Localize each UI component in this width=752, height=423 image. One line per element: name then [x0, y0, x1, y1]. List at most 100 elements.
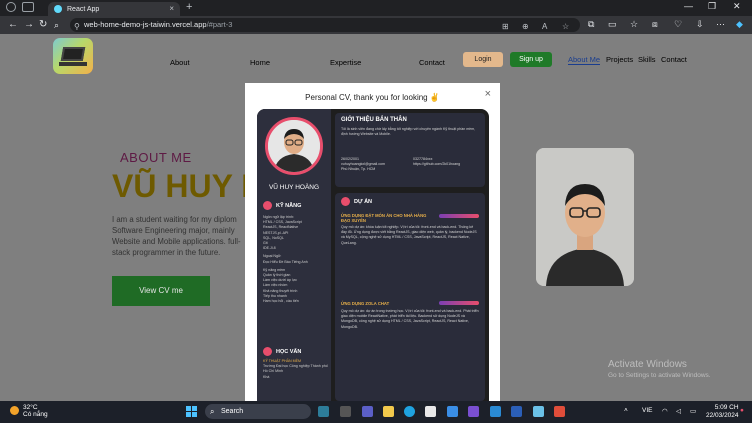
education-icon — [263, 347, 272, 356]
cv-project-1-title: ỨNG DỤNG ĐẶT MÓN ĂN CHO NHÀ HÀNG ĐẠO XUY… — [341, 213, 427, 223]
collections-icon[interactable]: ⧈ — [652, 19, 658, 30]
more-menu-icon[interactable]: ⋯ — [716, 19, 725, 30]
widgets-app-icon[interactable] — [318, 406, 329, 417]
windows-start-icon[interactable] — [186, 406, 197, 417]
clock-time: 5:09 CH — [714, 404, 739, 411]
word-app-icon[interactable] — [511, 406, 522, 417]
battery-icon[interactable]: ▭ — [690, 407, 696, 415]
tab-close-icon[interactable]: × — [169, 4, 174, 13]
skills-icon — [263, 201, 272, 210]
hero-name: VŨ HUY H — [112, 168, 265, 204]
cv-name: VŨ HUY HOÀNG — [268, 184, 320, 191]
visual-studio-icon[interactable] — [468, 406, 479, 417]
sun-icon — [10, 406, 19, 415]
profile-icon[interactable] — [6, 2, 16, 12]
new-tab-button[interactable]: + — [186, 1, 192, 13]
back-icon[interactable]: ← — [8, 19, 18, 31]
cv-project-2-title: ỨNG DỤNG ZOLA CHAT — [341, 301, 390, 306]
right-nav-skills[interactable]: Skills — [638, 55, 656, 64]
volume-icon[interactable]: ◁ — [676, 407, 681, 415]
cv-project-1-text: Quy mô dự án: khóa luận tốt nghiệp. Vị t… — [341, 225, 477, 245]
nav-about[interactable]: About — [170, 58, 190, 67]
teams-app-icon[interactable] — [362, 406, 373, 417]
cv-left-column: VŨ HUY HOÀNG KỸ NĂNG Ngôn ngữ lập trình:… — [257, 109, 331, 401]
modal-title: Personal CV, thank you for looking ✌ — [305, 93, 440, 102]
project-2-date-badge — [439, 301, 479, 305]
favorites-icon[interactable]: ☆ — [630, 19, 638, 30]
forward-icon[interactable]: → — [24, 19, 34, 31]
cv-skills-list: Ngôn ngữ lập trình: HTML / CSS, JavaScri… — [263, 215, 308, 304]
address-bar[interactable]: ⚲ web-home-demo-js-taiwin.vercel.app/#pa… — [70, 18, 580, 32]
url-path: /#part-3 — [206, 20, 233, 29]
file-explorer-icon[interactable] — [383, 406, 394, 417]
notepad-icon[interactable] — [533, 406, 544, 417]
notification-bell-icon[interactable]: ● — [740, 407, 744, 414]
cv-projects-box: DỰ ÁN ỨNG DỤNG ĐẶT MÓN ĂN CHO NHÀ HÀNG Đ… — [335, 193, 485, 401]
split-screen-icon[interactable]: ▭ — [608, 19, 617, 30]
edge-browser-icon[interactable] — [404, 406, 415, 417]
weather-desc: Có nắng — [23, 411, 48, 418]
store-app-icon[interactable] — [425, 406, 436, 417]
site-info-icon[interactable]: ⚲ — [74, 20, 80, 34]
close-window-button[interactable]: ✕ — [733, 1, 741, 12]
extensions-icon[interactable]: ⧉ — [588, 19, 594, 30]
signup-button[interactable]: Sign up — [510, 52, 552, 67]
cv-contact-right: 0327784xxx https://github.com/2k01hoang — [413, 157, 461, 167]
input-language[interactable]: VIE — [642, 407, 652, 414]
tab-actions-icon[interactable] — [22, 2, 34, 12]
app-grid-icon[interactable] — [554, 406, 565, 417]
cv-projects-heading: DỰ ÁN — [341, 197, 372, 206]
laptop-icon — [60, 47, 86, 61]
search-icon[interactable]: ⌕ — [54, 19, 59, 31]
browser-tab[interactable]: React App × — [48, 2, 180, 16]
cv-skills-heading: KỸ NĂNG — [263, 201, 301, 210]
downloads-icon[interactable]: ⇩ — [696, 19, 704, 30]
watermark-subtitle: Go to Settings to activate Windows. — [608, 372, 711, 379]
tab-title: React App — [67, 5, 100, 13]
install-app-icon[interactable]: ⊞ — [502, 20, 509, 34]
search-icon: ⌕ — [210, 407, 215, 416]
weather-temp: 32°C — [23, 404, 38, 411]
copilot-icon[interactable]: ◆ — [736, 19, 743, 30]
tray-chevron-icon[interactable]: ˄ — [624, 407, 628, 414]
maximize-button[interactable]: ❐ — [708, 1, 716, 12]
browser-tabbar: React App × + — ❐ ✕ — [0, 0, 752, 16]
wifi-icon[interactable]: ◠ — [662, 407, 668, 415]
copilot-heart-icon[interactable]: ♡ — [674, 19, 682, 30]
cv-modal: Personal CV, thank you for looking ✌ × V… — [245, 83, 500, 401]
vscode-icon[interactable] — [490, 406, 501, 417]
cv-education-heading: HỌC VẤN — [263, 347, 301, 356]
projects-icon — [341, 197, 350, 206]
task-view-icon[interactable] — [340, 406, 351, 417]
windows-taskbar: 32°C Có nắng ⌕ Search ˄ VIE ◠ ◁ ▭ 5:09 CH… — [0, 401, 752, 423]
taskbar-search[interactable]: ⌕ Search — [205, 404, 311, 419]
browser-toolbar: ← → ↻ ⌕ ⚲ web-home-demo-js-taiwin.vercel… — [0, 16, 752, 34]
taskbar-clock[interactable]: 5:09 CH 22/03/2024 — [706, 404, 739, 420]
right-nav-contact[interactable]: Contact — [661, 55, 687, 64]
minimize-button[interactable]: — — [684, 1, 693, 11]
todo-app-icon[interactable] — [447, 406, 458, 417]
nav-contact[interactable]: Contact — [419, 58, 445, 67]
site-logo[interactable] — [53, 38, 93, 74]
nav-expertise[interactable]: Expertise — [330, 58, 361, 67]
read-aloud-icon[interactable]: A — [542, 20, 547, 34]
about-heading: ABOUT ME — [120, 150, 192, 165]
hero-intro: I am a student waiting for my diplom Sof… — [112, 215, 241, 257]
activate-windows-watermark: Activate Windows Go to Settings to activ… — [608, 359, 711, 379]
nav-home[interactable]: Home — [250, 58, 270, 67]
cv-education: KỸ THUẬT PHẦN MỀM Trường Đại học Công ng… — [263, 359, 328, 379]
cv-document: VŨ HUY HOÀNG KỸ NĂNG Ngôn ngữ lập trình:… — [257, 109, 489, 401]
reload-icon[interactable]: ↻ — [39, 19, 47, 31]
react-favicon-icon — [54, 5, 62, 13]
right-nav-projects[interactable]: Projects — [606, 55, 633, 64]
view-cv-button[interactable]: View CV me — [112, 276, 210, 306]
watermark-title: Activate Windows — [608, 359, 687, 370]
clock-date: 22/03/2024 — [706, 412, 739, 419]
login-button[interactable]: Login — [463, 52, 503, 67]
favorite-star-icon[interactable]: ☆ — [562, 20, 569, 34]
profile-photo — [536, 148, 634, 286]
right-nav-about-me[interactable]: About Me — [568, 55, 601, 65]
search-label: Search — [221, 408, 244, 415]
modal-close-icon[interactable]: × — [485, 88, 491, 100]
zoom-icon[interactable]: ⊕ — [522, 20, 529, 34]
